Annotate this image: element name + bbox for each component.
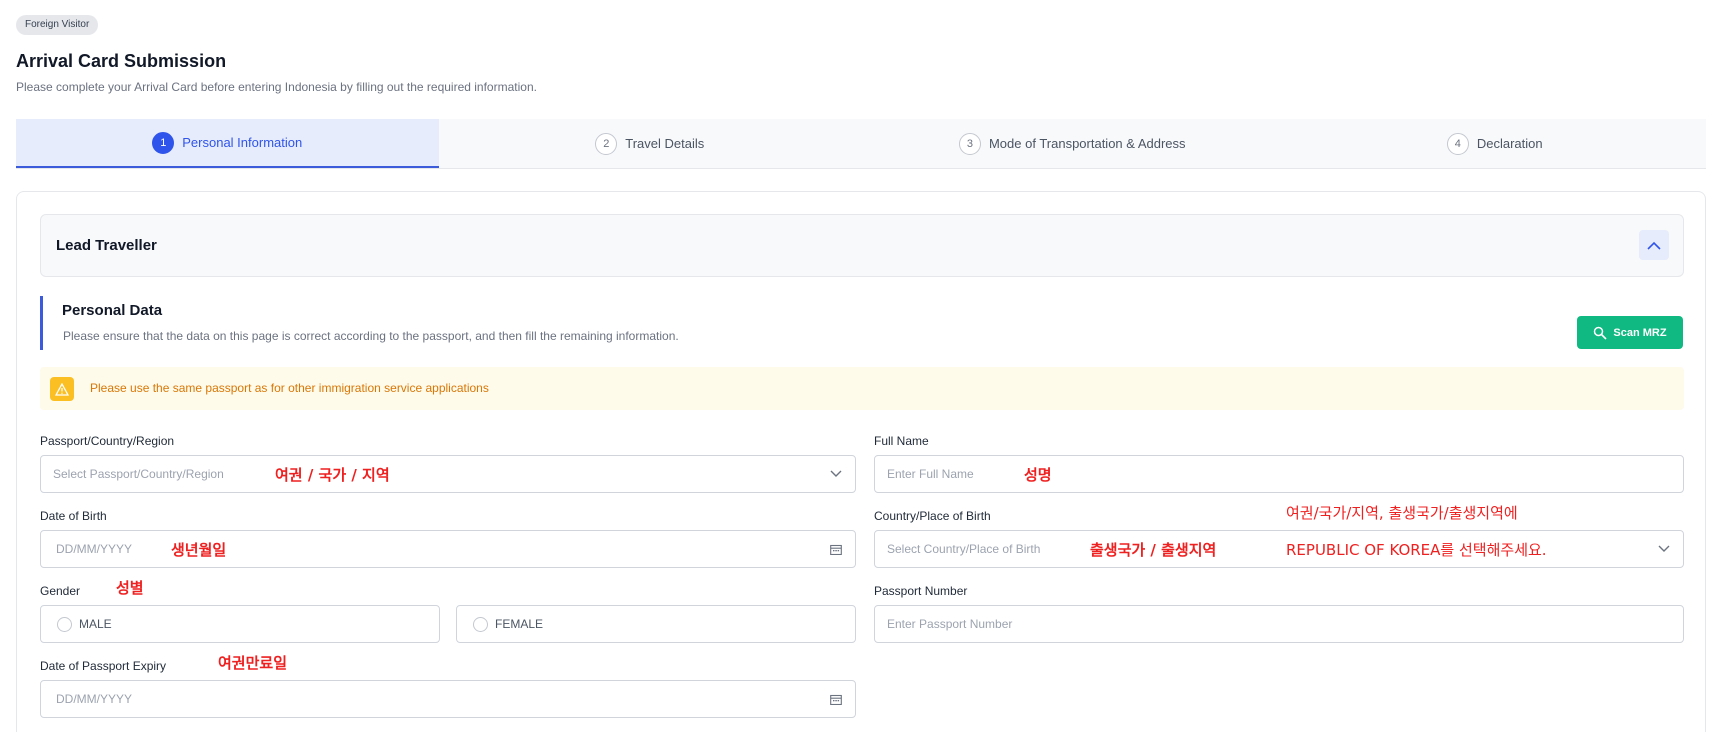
annotation-note-line2: REPUBLIC OF KOREA를 선택해주세요. <box>1286 541 1547 559</box>
birth-place-label: Country/Place of Birth <box>874 509 991 523</box>
gender-male-label: MALE <box>79 617 112 631</box>
step-label: Travel Details <box>625 136 705 151</box>
page-subtitle: Please complete your Arrival Card before… <box>16 80 537 94</box>
radio-circle[interactable] <box>57 617 72 632</box>
gender-female-option[interactable]: FEMALE <box>456 605 856 643</box>
step-number: 2 <box>595 132 618 155</box>
annotation-gender: 성별 <box>116 579 144 597</box>
step-label: Personal Information <box>182 135 303 150</box>
radio-circle[interactable] <box>473 617 488 632</box>
step-transportation-address[interactable]: 3 Mode of Transportation & Address <box>861 119 1284 168</box>
full-name-input[interactable]: Enter Full Name <box>874 455 1684 493</box>
lead-traveller-title: Lead Traveller <box>56 237 157 254</box>
personal-data-title: Personal Data <box>62 302 163 319</box>
calendar-icon[interactable] <box>829 542 843 556</box>
alert-text: Please use the same passport as for othe… <box>90 381 489 395</box>
lead-traveller-header[interactable]: Lead Traveller <box>40 214 1684 277</box>
stepper: 1 Personal Information 2 Travel Details … <box>16 119 1706 169</box>
step-number: 4 <box>1446 132 1469 155</box>
form-card: Lead Traveller Personal Data Please ensu… <box>16 191 1706 732</box>
scan-mrz-label: Scan MRZ <box>1613 326 1667 339</box>
birth-place-select[interactable]: Select Country/Place of Birth <box>874 530 1684 568</box>
passport-expiry-input[interactable]: DD/MM/YYYY <box>40 680 856 718</box>
passport-expiry-label: Date of Passport Expiry <box>40 659 167 673</box>
step-personal-information[interactable]: 1 Personal Information <box>16 119 439 168</box>
step-declaration[interactable]: 4 Declaration <box>1284 119 1707 168</box>
annotation-full-name: 성명 <box>1024 466 1052 484</box>
gender-male-option[interactable]: MALE <box>40 605 440 643</box>
chevron-down-icon <box>829 467 843 481</box>
step-number: 3 <box>958 132 981 155</box>
step-number: 1 <box>152 131 175 154</box>
annotation-passport-country: 여권 / 국가 / 지역 <box>275 466 390 484</box>
passport-country-label: Passport/Country/Region <box>40 434 175 448</box>
birth-place-placeholder: Select Country/Place of Birth <box>887 542 1041 556</box>
scan-icon <box>1594 326 1607 340</box>
annotation-passport-expiry: 여권만료일 <box>218 654 288 672</box>
passport-warning-alert: Please use the same passport as for othe… <box>40 367 1684 410</box>
warning-icon <box>50 377 74 401</box>
passport-expiry-placeholder: DD/MM/YYYY <box>56 692 133 706</box>
step-travel-details[interactable]: 2 Travel Details <box>439 119 862 168</box>
dob-placeholder: DD/MM/YYYY <box>56 542 133 556</box>
scan-mrz-button[interactable]: Scan MRZ <box>1577 316 1683 349</box>
full-name-label: Full Name <box>874 434 929 448</box>
personal-data-section: Personal Data Please ensure that the dat… <box>40 296 1684 350</box>
annotation-dob: 생년월일 <box>171 541 227 559</box>
step-label: Mode of Transportation & Address <box>988 136 1186 151</box>
personal-data-description: Please ensure that the data on this page… <box>63 329 679 343</box>
chevron-up-icon <box>1647 241 1661 250</box>
full-name-placeholder: Enter Full Name <box>887 467 974 481</box>
annotation-birth-place: 출생국가 / 출생지역 <box>1090 541 1217 559</box>
passport-number-input[interactable]: Enter Passport Number <box>874 605 1684 643</box>
dob-label: Date of Birth <box>40 509 107 523</box>
calendar-icon[interactable] <box>829 692 843 706</box>
passport-country-placeholder: Select Passport/Country/Region <box>53 467 224 481</box>
gender-female-label: FEMALE <box>495 617 544 631</box>
collapse-button[interactable] <box>1639 230 1669 260</box>
passport-number-label: Passport Number <box>874 584 968 598</box>
gender-label: Gender <box>40 584 81 598</box>
passport-number-placeholder: Enter Passport Number <box>887 617 1013 631</box>
annotation-note-line1: 여권/국가/지역, 출생국가/출생지역에 <box>1286 504 1518 522</box>
passport-country-select[interactable]: Select Passport/Country/Region <box>40 455 856 493</box>
step-label: Declaration <box>1476 136 1543 151</box>
page-title: Arrival Card Submission <box>16 51 227 71</box>
chevron-down-icon <box>1657 542 1671 556</box>
dob-input[interactable]: DD/MM/YYYY <box>40 530 856 568</box>
foreign-visitor-badge: Foreign Visitor <box>16 15 99 35</box>
